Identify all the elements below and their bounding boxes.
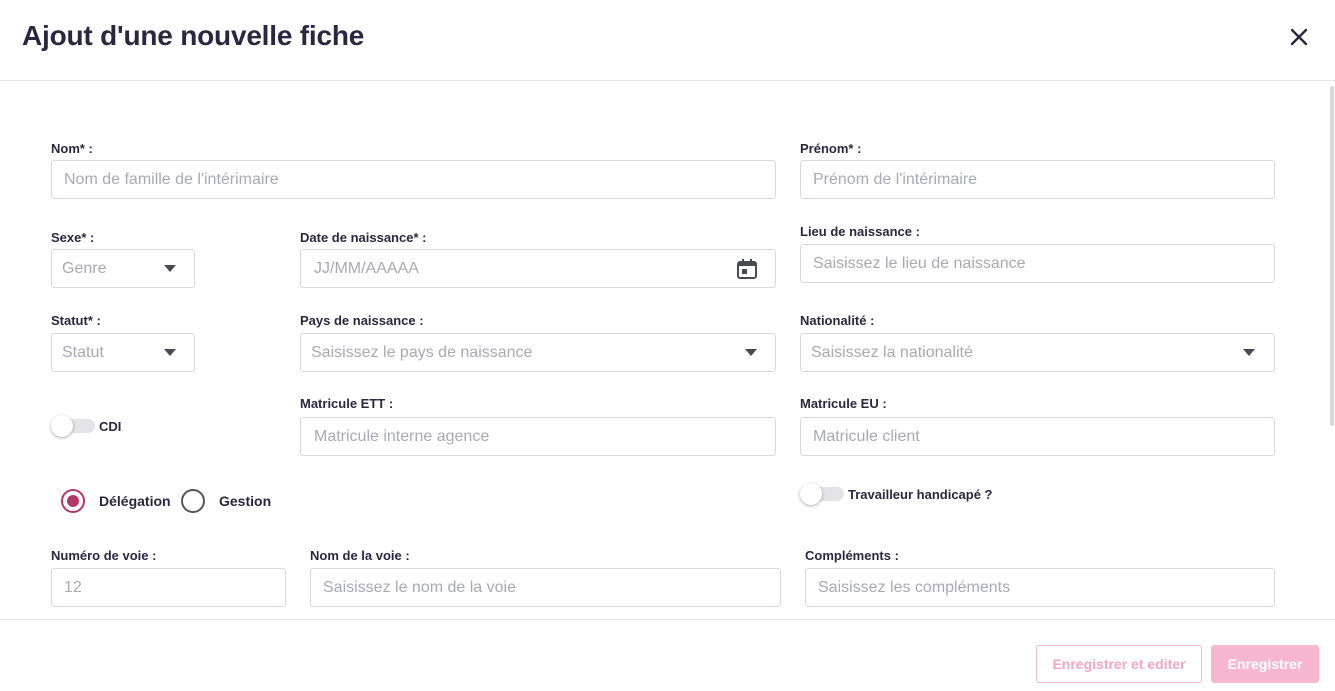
- prenom-label: Prénom* :: [800, 141, 862, 156]
- calendar-icon[interactable]: [735, 257, 759, 281]
- nationalite-select[interactable]: Saisissez la nationalité: [800, 333, 1275, 372]
- travailleur-handicape-toggle[interactable]: [800, 483, 844, 505]
- matricule-ett-input[interactable]: Matricule interne agence: [300, 417, 776, 456]
- complements-label: Compléments :: [805, 548, 899, 563]
- complements-input[interactable]: Saisissez les compléments: [805, 568, 1275, 607]
- pays-naissance-placeholder: Saisissez le pays de naissance: [311, 344, 533, 361]
- toggle-knob: [800, 483, 822, 505]
- prenom-placeholder: Prénom de l'intérimaire: [813, 171, 978, 188]
- chevron-down-icon: [1243, 349, 1255, 356]
- chevron-down-icon: [164, 349, 176, 356]
- chevron-down-icon: [745, 349, 757, 356]
- prenom-input[interactable]: Prénom de l'intérimaire: [800, 160, 1275, 199]
- lieu-naissance-input[interactable]: Saisissez le lieu de naissance: [800, 244, 1275, 283]
- close-icon[interactable]: [1287, 25, 1311, 49]
- matricule-eu-input[interactable]: Matricule client: [800, 417, 1275, 456]
- modal-header: Ajout d'une nouvelle fiche: [0, 0, 1335, 81]
- travailleur-handicape-label: Travailleur handicapé ?: [848, 487, 993, 502]
- modal-footer: Enregistrer et editer Enregistrer: [0, 619, 1335, 691]
- date-naissance-placeholder: JJ/MM/AAAAA: [314, 260, 419, 277]
- nom-input[interactable]: Nom de famille de l'intérimaire: [51, 160, 776, 199]
- nom-voie-label: Nom de la voie :: [310, 548, 410, 563]
- numero-voie-input[interactable]: 12: [51, 568, 286, 607]
- lieu-naissance-label: Lieu de naissance :: [800, 224, 920, 239]
- nom-label: Nom* :: [51, 141, 93, 156]
- toggle-knob: [51, 415, 73, 437]
- radio-dot: [67, 495, 79, 507]
- pays-naissance-select[interactable]: Saisissez le pays de naissance: [300, 333, 776, 372]
- radio-gestion[interactable]: [181, 489, 205, 513]
- modal-title: Ajout d'une nouvelle fiche: [22, 20, 365, 51]
- date-naissance-input[interactable]: JJ/MM/AAAAA: [300, 249, 776, 288]
- statut-placeholder: Statut: [62, 344, 104, 361]
- nationalite-placeholder: Saisissez la nationalité: [811, 344, 973, 361]
- sexe-select[interactable]: Genre: [51, 249, 195, 288]
- radio-gestion-label: Gestion: [219, 493, 272, 509]
- statut-label: Statut* :: [51, 313, 101, 328]
- save-and-edit-button[interactable]: Enregistrer et editer: [1036, 645, 1202, 683]
- nom-voie-input[interactable]: Saisissez le nom de la voie: [310, 568, 781, 607]
- lieu-naissance-placeholder: Saisissez le lieu de naissance: [813, 255, 1026, 272]
- matricule-ett-label: Matricule ETT :: [300, 396, 394, 411]
- cdi-label: CDI: [99, 419, 122, 434]
- save-button[interactable]: Enregistrer: [1211, 645, 1319, 683]
- matricule-eu-placeholder: Matricule client: [813, 428, 920, 445]
- nom-voie-placeholder: Saisissez le nom de la voie: [323, 579, 516, 596]
- complements-placeholder: Saisissez les compléments: [818, 579, 1011, 596]
- matricule-eu-label: Matricule EU :: [800, 396, 887, 411]
- pays-naissance-label: Pays de naissance :: [300, 313, 424, 328]
- radio-delegation-label: Délégation: [99, 493, 171, 509]
- date-naissance-label: Date de naissance* :: [300, 230, 427, 245]
- nom-placeholder: Nom de famille de l'intérimaire: [64, 171, 279, 188]
- sexe-placeholder: Genre: [62, 260, 107, 277]
- cdi-toggle[interactable]: [51, 415, 95, 437]
- chevron-down-icon: [164, 265, 176, 272]
- nationalite-label: Nationalité :: [800, 313, 875, 328]
- statut-select[interactable]: Statut: [51, 333, 195, 372]
- sexe-label: Sexe* :: [51, 230, 95, 245]
- numero-voie-placeholder: 12: [64, 579, 82, 596]
- matricule-ett-placeholder: Matricule interne agence: [314, 428, 490, 445]
- scrollbar[interactable]: [1330, 86, 1334, 426]
- numero-voie-label: Numéro de voie :: [51, 548, 157, 563]
- radio-delegation[interactable]: [61, 489, 85, 513]
